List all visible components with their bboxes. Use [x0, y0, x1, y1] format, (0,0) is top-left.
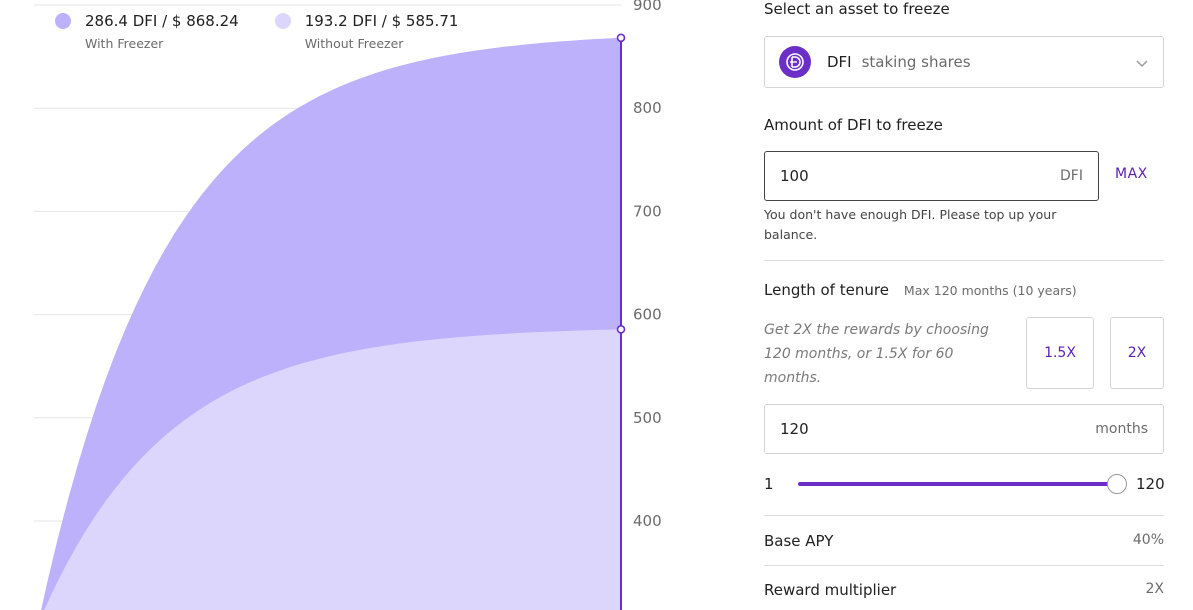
max-button[interactable]: MAX: [1115, 166, 1148, 182]
y-tick-label: 600: [633, 306, 662, 324]
base-apy-value: 40%: [1132, 532, 1164, 548]
chart-legend: 286.4 DFI / $ 868.24 With Freezer 193.2 …: [55, 11, 458, 51]
series-point-1: [616, 325, 626, 334]
y-tick-label: 800: [633, 99, 662, 117]
reward-multiplier-value: 2X: [1145, 581, 1165, 597]
slider-min-label: 1: [764, 475, 774, 493]
legend-dot-with: [55, 13, 71, 29]
months-value: 120: [780, 420, 809, 438]
tenure-hint: Get 2X the rewards by choosing 120 month…: [764, 322, 989, 386]
slider-max-label: 120: [1136, 475, 1165, 493]
amount-input[interactable]: 100 DFI: [764, 151, 1099, 201]
divider: [764, 260, 1164, 261]
legend-without-value: 193.2 DFI / $ 585.71: [304, 12, 459, 30]
asset-name: DFI: [827, 53, 852, 71]
reward-multiplier-row: Reward multiplier 2X: [764, 581, 1164, 599]
tenure-label: Length of tenure: [764, 281, 889, 299]
freezer-page: 900 800 700 600 500 400 286.4 DFI / $ 868.24 …: [0, 0, 1193, 610]
legend-with-freezer: 286.4 DFI / $ 868.24 With Freezer: [55, 11, 239, 51]
tenure-header: Length of tenure Max 120 months (10 year…: [764, 281, 1077, 299]
multiplier-1-5x-button[interactable]: 1.5X: [1026, 317, 1094, 389]
chart-svg: 900 800 700 600 500 400: [34, 0, 662, 610]
balance-error: You don't have enough DFI. Please top up…: [764, 207, 1057, 242]
legend-dot-without: [274, 13, 291, 29]
amount-value: 100: [780, 167, 809, 185]
amount-label: Amount of DFI to freeze: [764, 116, 943, 134]
dfi-logo-icon: [779, 46, 811, 78]
asset-select[interactable]: DFI staking shares: [764, 36, 1164, 88]
legend-with-label: With Freezer: [85, 36, 164, 51]
tenure-slider-track[interactable]: [798, 482, 1117, 486]
y-tick-label: 500: [633, 409, 662, 427]
months-input[interactable]: 120 months: [764, 404, 1164, 454]
months-unit: months: [1095, 421, 1148, 437]
y-tick-label: 400: [633, 512, 662, 530]
asset-label: Select an asset to freeze: [764, 0, 950, 18]
projection-chart: 900 800 700 600 500 400 286.4 DFI / $ 868.24 …: [0, 0, 700, 610]
chevron-down-icon: [1135, 53, 1149, 72]
divider: [764, 515, 1164, 516]
asset-desc: staking shares: [861, 53, 971, 71]
y-tick-label: 900: [633, 0, 662, 14]
tenure-slider-thumb[interactable]: [1107, 474, 1127, 494]
reward-multiplier-label: Reward multiplier: [764, 581, 897, 599]
amount-unit: DFI: [1060, 168, 1083, 184]
tenure-note: Max 120 months (10 years): [903, 283, 1077, 298]
multiplier-2x-button[interactable]: 2X: [1110, 317, 1164, 389]
legend-with-value: 286.4 DFI / $ 868.24: [85, 12, 239, 30]
series-point-0: [616, 33, 626, 43]
legend-without-freezer: 193.2 DFI / $ 585.71 Without Freezer: [274, 11, 459, 51]
base-apy-row: Base APY 40%: [764, 532, 1164, 550]
divider: [764, 565, 1164, 566]
base-apy-label: Base APY: [764, 532, 834, 550]
y-tick-label: 700: [633, 202, 662, 220]
legend-without-label: Without Freezer: [304, 36, 404, 51]
